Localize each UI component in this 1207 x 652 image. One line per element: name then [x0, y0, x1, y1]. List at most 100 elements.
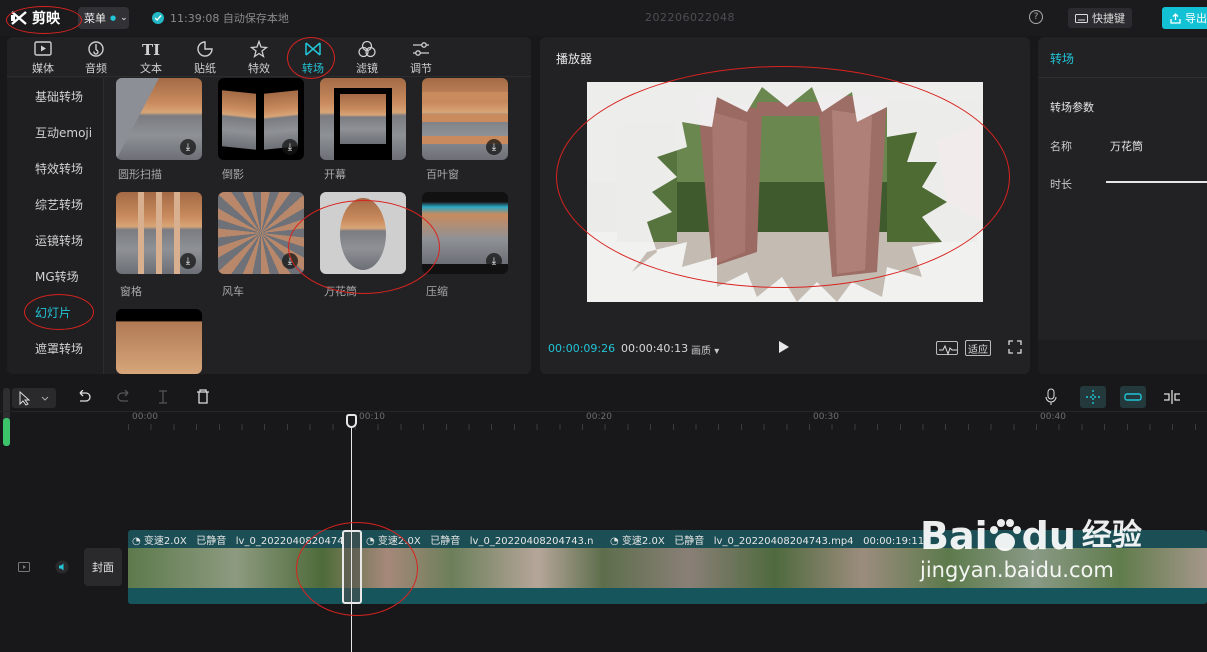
download-icon[interactable]: ⤓ — [180, 253, 196, 269]
split-icon[interactable] — [156, 390, 170, 404]
effects-icon — [249, 40, 269, 58]
clip-1-label: ◔ 变速2.0X 已静音 lv_0_2022040820474 — [132, 532, 344, 547]
tab-effects-label: 特效 — [248, 62, 270, 75]
category-item-slideshow[interactable]: 幻灯片 — [35, 304, 71, 321]
category-item[interactable]: 遮罩转场 — [35, 340, 83, 357]
fullscreen-icon[interactable] — [1008, 340, 1022, 354]
duration-slider[interactable] — [1106, 181, 1207, 183]
waveform-icon[interactable] — [936, 341, 958, 356]
tab-transition-params[interactable]: 转场 — [1050, 50, 1074, 67]
play-icon[interactable] — [778, 340, 790, 354]
clip-filename: lv_0_20220408204743.mp4 — [713, 536, 854, 547]
transition-label: 倒影 — [222, 168, 244, 181]
delete-icon[interactable] — [196, 389, 210, 404]
tab-sticker[interactable]: 贴纸 — [185, 40, 225, 76]
name-value: 万花筒 — [1110, 140, 1143, 153]
transition-thumb[interactable]: ⤓ — [422, 192, 508, 274]
tab-text[interactable]: TI 文本 — [131, 40, 171, 76]
top-bar: 剪映 菜单 ● ⌄ 11:39:08 自动保存本地 202206022048 ?… — [0, 0, 1207, 36]
menu-button[interactable]: 菜单 ● ⌄ — [78, 7, 129, 29]
category-item[interactable]: MG转场 — [35, 268, 79, 285]
track-mute-icon[interactable] — [55, 560, 69, 574]
player-panel: 播放器 00:00:09:26 00:00:40:13 画质 ▾ 适应 — [540, 37, 1030, 374]
fit-button[interactable]: 适应 — [965, 340, 991, 356]
ruler-minor-ticks — [128, 424, 1207, 430]
preview-axis-icon[interactable] — [1162, 390, 1182, 404]
sticker-icon — [197, 41, 213, 57]
watermark-brand: Bai — [920, 514, 988, 558]
current-time: 00:00:09:26 — [548, 342, 616, 355]
category-item[interactable]: 综艺转场 — [35, 196, 83, 213]
chevron-down-icon: ⌄ — [120, 13, 128, 23]
download-icon[interactable]: ⤓ — [180, 139, 196, 155]
watermark-brand2: du — [1021, 514, 1076, 558]
select-tool[interactable] — [12, 388, 56, 408]
transition-thumb[interactable]: ⤓ — [422, 78, 508, 160]
tab-filter-label: 滤镜 — [356, 62, 378, 75]
app-name: 剪映 — [32, 11, 60, 27]
tab-transition[interactable]: 转场 — [293, 40, 333, 76]
microphone-icon[interactable] — [1044, 388, 1058, 406]
download-icon[interactable]: ⤓ — [282, 139, 298, 155]
resource-toolbar: 媒体 音频 TI 文本 贴纸 特效 转场 滤镜 调节 — [7, 37, 531, 77]
export-button[interactable]: 导出 — [1162, 7, 1207, 29]
tab-text-label: 文本 — [140, 62, 162, 75]
tab-adjust-label: 调节 — [410, 62, 432, 75]
video-preview[interactable] — [587, 82, 983, 302]
category-item[interactable]: 特效转场 — [35, 160, 83, 177]
quality-select[interactable]: 画质 ▾ — [691, 342, 719, 357]
keyboard-icon — [1075, 13, 1088, 23]
menu-label: 菜单 — [84, 12, 106, 25]
help-icon[interactable]: ? — [1029, 10, 1043, 24]
transition-thumb[interactable]: ⤓ — [116, 78, 202, 160]
link-button[interactable] — [1120, 386, 1146, 408]
tab-filter[interactable]: 滤镜 — [347, 40, 387, 76]
time-ruler[interactable]: 00:00 00:10 00:20 00:30 00:40 — [128, 412, 1207, 432]
tab-media[interactable]: 媒体 — [23, 40, 63, 76]
preview-frame — [587, 82, 983, 302]
download-icon[interactable]: ⤓ — [282, 253, 298, 269]
transition-thumb[interactable] — [116, 309, 202, 374]
track-video-icon[interactable] — [18, 562, 30, 572]
divider — [1038, 77, 1207, 78]
resource-panel: 媒体 音频 TI 文本 贴纸 特效 转场 滤镜 调节 基础转场 互动emoji … — [7, 37, 531, 374]
category-item[interactable]: 运镜转场 — [35, 232, 83, 249]
transition-thumb-selected[interactable] — [320, 192, 406, 274]
redo-icon[interactable] — [116, 390, 132, 404]
transition-thumb[interactable]: ⤓ — [116, 192, 202, 274]
section-title: 转场参数 — [1050, 101, 1094, 114]
transition-thumb[interactable]: ⤓ — [218, 192, 304, 274]
playhead-line[interactable] — [351, 416, 352, 652]
clip-duration: 00:00:19:11 — [863, 536, 925, 547]
download-icon[interactable]: ⤓ — [486, 253, 502, 269]
transition-marker[interactable] — [342, 530, 362, 604]
shortcut-button[interactable]: 快捷键 — [1068, 8, 1132, 28]
tab-adjust[interactable]: 调节 — [401, 40, 441, 76]
playhead-handle[interactable] — [346, 414, 357, 428]
transition-label: 圆形扫描 — [118, 168, 162, 181]
app-logo: 剪映 — [10, 6, 60, 30]
tab-effects[interactable]: 特效 — [239, 40, 279, 76]
undo-icon[interactable] — [76, 390, 92, 404]
download-icon[interactable]: ⤓ — [486, 139, 502, 155]
inspector-footer — [1038, 340, 1207, 374]
transition-thumb[interactable]: ⤓ — [218, 78, 304, 160]
category-item[interactable]: 互动emoji — [35, 124, 92, 141]
cover-button[interactable]: 封面 — [84, 548, 122, 586]
transition-label: 风车 — [222, 285, 244, 298]
transition-thumb[interactable] — [320, 78, 406, 160]
speed-icon: ◔ — [610, 536, 619, 547]
ruler-tick: 00:20 — [586, 412, 612, 422]
adjust-icon — [413, 42, 429, 56]
clip-3-label: ◔ 变速2.0X 已静音 lv_0_20220408204743.mp4 00:… — [610, 532, 924, 547]
filter-icon — [358, 40, 376, 58]
speed-icon: ◔ — [366, 536, 375, 547]
category-item[interactable]: 基础转场 — [35, 88, 83, 105]
autosave-text: 11:39:08 自动保存本地 — [170, 12, 289, 25]
ruler-tick: 00:40 — [1040, 412, 1066, 422]
magnet-snap-button[interactable] — [1080, 386, 1106, 408]
caret-down-icon: ▾ — [714, 346, 720, 357]
transition-label: 开幕 — [324, 168, 346, 181]
clip-speed: 变速2.0X — [621, 536, 665, 547]
tab-audio[interactable]: 音频 — [76, 40, 116, 76]
